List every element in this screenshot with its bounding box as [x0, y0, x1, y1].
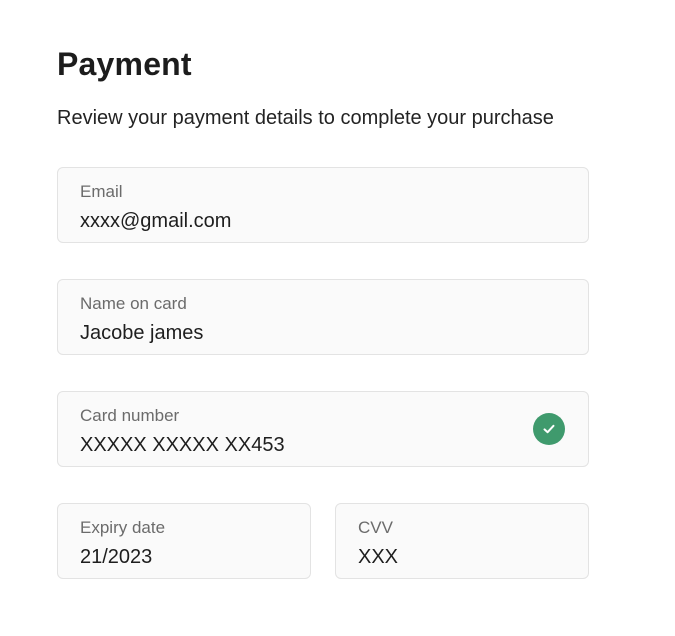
checkmark-icon	[543, 424, 555, 434]
expiry-date-label: Expiry date	[80, 518, 166, 537]
expiry-date-field[interactable]: Expiry date	[57, 503, 311, 579]
check-circle-icon	[533, 413, 565, 445]
cvv-field[interactable]: CVV	[335, 503, 589, 579]
cvv-input[interactable]	[358, 544, 566, 570]
cvv-label: CVV	[358, 518, 393, 537]
name-on-card-input[interactable]	[80, 320, 566, 346]
email-input[interactable]	[80, 208, 566, 234]
email-label: Email	[80, 182, 123, 201]
page-title: Payment	[57, 46, 192, 82]
card-number-label: Card number	[80, 406, 180, 425]
name-on-card-field[interactable]: Name on card	[57, 279, 589, 355]
expiry-date-input[interactable]	[80, 544, 288, 570]
name-on-card-label: Name on card	[80, 294, 187, 313]
email-field[interactable]: Email	[57, 167, 589, 243]
page-subtitle: Review your payment details to complete …	[57, 107, 554, 129]
card-number-input[interactable]	[80, 432, 510, 458]
card-number-field[interactable]: Card number	[57, 391, 589, 467]
